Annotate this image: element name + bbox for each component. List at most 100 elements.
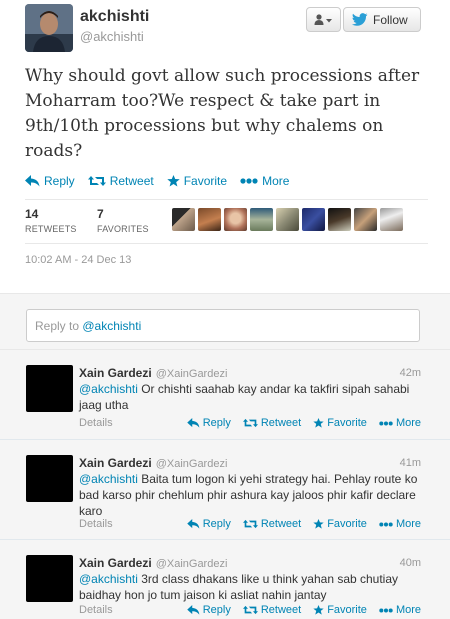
reply-fullname[interactable]: Xain Gardezi [79, 366, 152, 380]
favorite-star-icon [313, 418, 324, 428]
more-label: More [395, 417, 421, 429]
retweeter-avatar[interactable] [354, 208, 377, 231]
reply-screen-name[interactable]: @XainGardezi [156, 558, 228, 570]
reply-footer: Details Reply Retweet Favorite More [79, 417, 421, 429]
retweet-action[interactable]: Retweet [242, 417, 301, 429]
reply-action[interactable]: Reply [25, 174, 75, 188]
tweet-timestamp[interactable]: 10:02 AM - 24 Dec 13 [25, 254, 131, 266]
retweeter-avatar[interactable] [250, 208, 273, 231]
retweeter-avatar[interactable] [198, 208, 221, 231]
retweeter-avatars [172, 208, 403, 231]
reply-time[interactable]: 42m [400, 367, 421, 379]
favorite-action[interactable]: Favorite [313, 604, 367, 616]
favorite-star-icon [313, 519, 324, 529]
reply-actions: Reply Retweet Favorite More [186, 518, 421, 530]
reply-placeholder-mention: @akchishti [82, 319, 142, 333]
reply-icon [25, 175, 40, 187]
favorite-label: Favorite [327, 604, 367, 616]
more-dots-icon [379, 420, 393, 426]
reply-screen-name[interactable]: @XainGardezi [156, 458, 228, 470]
more-label: More [395, 604, 421, 616]
reply-tweet[interactable]: Xain Gardezi @XainGardezi 41m @akchishti … [0, 440, 450, 540]
reply-fullname[interactable]: Xain Gardezi [79, 556, 152, 570]
reply-mention[interactable]: @akchishti [79, 472, 138, 486]
favorite-action[interactable]: Favorite [313, 417, 367, 429]
reply-avatar[interactable] [26, 455, 73, 502]
follow-label: Follow [373, 12, 408, 27]
reply-text: @akchishti Baita tum logon ki yehi strat… [79, 471, 419, 519]
retweeter-avatar[interactable] [302, 208, 325, 231]
retweeter-avatar[interactable] [328, 208, 351, 231]
tweet-stats: 14 RETWEETS 7 FAVORITES [25, 199, 428, 244]
more-action[interactable]: More [379, 417, 421, 429]
retweet-action[interactable]: Retweet [242, 604, 302, 616]
reply-header: Xain Gardezi @XainGardezi [79, 556, 227, 570]
favorite-label: Favorite [183, 174, 228, 188]
more-action[interactable]: More [240, 174, 289, 188]
reply-icon [186, 519, 200, 529]
reply-input[interactable]: Reply to @akchishti [26, 309, 420, 342]
favorite-label: Favorite [327, 518, 367, 530]
more-action[interactable]: More [379, 518, 421, 530]
user-dropdown-icon [314, 13, 334, 26]
retweeter-avatar[interactable] [276, 208, 299, 231]
twitter-bird-icon [352, 13, 368, 26]
reply-text: @akchishti 3rd class dhakans like u thin… [79, 571, 419, 603]
reply-mention[interactable]: @akchishti [79, 382, 138, 396]
reply-tweet[interactable]: Xain Gardezi @XainGardezi 42m @akchishti … [0, 350, 450, 440]
reply-actions: Reply Retweet Favorite More [186, 417, 421, 429]
favorite-star-icon [167, 175, 180, 187]
retweet-action[interactable]: Retweet [242, 518, 301, 530]
reply-action[interactable]: Reply [186, 604, 231, 616]
reply-avatar[interactable] [26, 555, 73, 602]
tweet-text: Why should govt allow such processions a… [25, 66, 420, 161]
reply-placeholder-prefix: Reply to [35, 319, 83, 333]
retweeter-avatar[interactable] [380, 208, 403, 231]
reply-time[interactable]: 40m [400, 557, 421, 569]
author-fullname[interactable]: akchishti [80, 8, 149, 26]
reply-tweet[interactable]: Xain Gardezi @XainGardezi 40m @akchishti … [0, 540, 450, 619]
reply-footer: Details Reply Retweet Favorite More [79, 518, 421, 530]
user-dropdown-button[interactable] [306, 7, 341, 32]
reply-icon [186, 418, 200, 428]
reply-icon [186, 605, 200, 615]
reply-details-link[interactable]: Details [79, 518, 113, 530]
reply-details-link[interactable]: Details [79, 604, 113, 616]
retweets-label: RETWEETS [25, 224, 77, 234]
more-action[interactable]: More [379, 604, 421, 616]
retweet-icon [242, 418, 258, 428]
reply-header: Xain Gardezi @XainGardezi [79, 366, 227, 380]
reply-action[interactable]: Reply [186, 417, 231, 429]
more-dots-icon [379, 607, 393, 613]
favorites-count: 7 [97, 207, 104, 221]
more-label: More [262, 174, 290, 188]
author-avatar[interactable] [25, 4, 73, 52]
reply-action[interactable]: Reply [186, 518, 231, 530]
reply-actions: Reply Retweet Favorite More [186, 604, 421, 616]
reply-avatar[interactable] [26, 365, 73, 412]
reply-time[interactable]: 41m [400, 457, 421, 469]
favorites-label: FAVORITES [97, 224, 149, 234]
favorites-stat[interactable]: 7 FAVORITES [97, 207, 149, 234]
reply-screen-name[interactable]: @XainGardezi [156, 368, 228, 380]
retweet-label: Retweet [260, 604, 302, 616]
follow-button[interactable]: Follow [343, 7, 421, 32]
retweet-action[interactable]: Retweet [87, 174, 154, 188]
reply-mention[interactable]: @akchishti [79, 572, 138, 586]
reply-footer: Details Reply Retweet Favorite More [79, 604, 421, 616]
more-dots-icon [379, 521, 393, 527]
reply-fullname[interactable]: Xain Gardezi [79, 456, 152, 470]
reply-label: Reply [202, 604, 231, 616]
favorite-action[interactable]: Favorite [313, 518, 367, 530]
favorite-action[interactable]: Favorite [167, 174, 227, 188]
replies-list: Xain Gardezi @XainGardezi 42m @akchishti … [0, 350, 450, 619]
more-dots-icon [240, 178, 258, 184]
retweeter-avatar[interactable] [224, 208, 247, 231]
author-screen-name[interactable]: @akchishti [80, 29, 144, 44]
retweets-count: 14 [25, 207, 39, 221]
retweeter-avatar[interactable] [172, 208, 195, 231]
retweet-icon [242, 519, 258, 529]
reply-details-link[interactable]: Details [79, 417, 113, 429]
retweet-label: Retweet [109, 174, 154, 188]
retweets-stat[interactable]: 14 RETWEETS [25, 207, 77, 234]
